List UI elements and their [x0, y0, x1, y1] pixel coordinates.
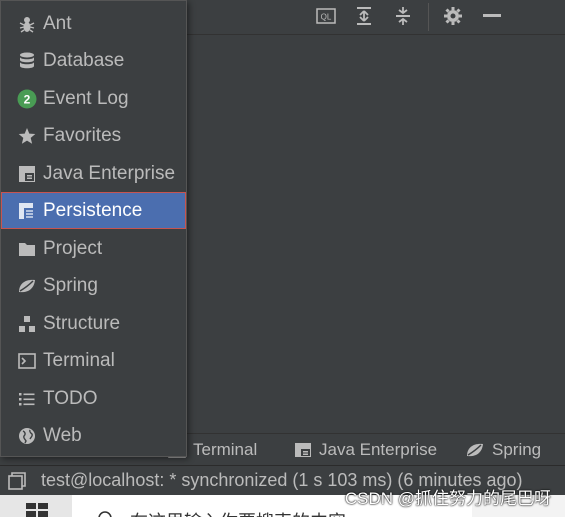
java-enterprise-tool-button[interactable]: Java Enterprise	[294, 438, 437, 462]
taskbar-search-placeholder: 在这里输入你要搜索的内容	[130, 508, 346, 517]
tool-window-item-structure[interactable]: Structure	[1, 305, 186, 342]
tool-window-item-project[interactable]: Project	[1, 230, 186, 267]
minimize-icon[interactable]	[480, 5, 504, 27]
tool-window-label-todo: TODO	[43, 387, 98, 409]
spring-leaf-icon	[467, 443, 483, 457]
ide-window: QL Terminal Java Enterprise Spring test@…	[0, 0, 565, 517]
tool-window-item-persistence[interactable]: Persistence	[1, 192, 186, 229]
tool-window-label-favorites: Favorites	[43, 124, 122, 146]
csdn-watermark: CSDN @抓住努力的尾巴呀	[344, 489, 551, 508]
globe-icon	[17, 426, 37, 446]
database-icon	[17, 51, 37, 71]
windows-logo-icon	[26, 503, 48, 517]
folder-icon	[17, 239, 37, 259]
tool-window-label-java-enterprise: Java Enterprise	[43, 162, 176, 184]
tool-window-item-web[interactable]: Web	[1, 417, 186, 454]
toolbar-divider	[428, 3, 429, 31]
tool-window-label-database: Database	[43, 49, 125, 71]
spring-tool-button[interactable]: Spring	[465, 438, 541, 462]
event-log-icon: 2	[17, 89, 37, 109]
tool-window-label-spring: Spring	[43, 274, 98, 296]
ql-label: QL	[321, 13, 332, 22]
tool-window-label-web: Web	[43, 424, 82, 446]
terminal-icon	[17, 351, 37, 371]
structure-icon	[17, 314, 37, 334]
gear-icon[interactable]	[441, 5, 465, 27]
tool-window-label-persistence: Persistence	[43, 199, 143, 221]
expand-all-icon[interactable]	[352, 5, 376, 27]
java-enterprise-label: Java Enterprise	[319, 440, 438, 459]
jpa-console-icon[interactable]: QL	[314, 5, 338, 27]
collapse-all-icon[interactable]	[391, 5, 415, 27]
terminal-label: Terminal	[193, 440, 258, 459]
event-log-badge-count: 2	[24, 92, 31, 106]
tool-window-item-terminal[interactable]: Terminal	[1, 342, 186, 379]
spring-leaf-icon	[17, 276, 37, 296]
ant-icon	[17, 14, 37, 34]
search-icon	[98, 511, 112, 517]
toggle-tool-windows-icon[interactable]	[8, 472, 26, 495]
tool-window-label-terminal: Terminal	[43, 349, 115, 371]
windows-start-button[interactable]	[0, 495, 72, 517]
java-enterprise-icon	[295, 443, 311, 457]
tool-window-item-favorites[interactable]: Favorites	[1, 117, 186, 154]
star-icon	[17, 126, 37, 146]
tool-window-item-ant[interactable]: Ant	[1, 5, 186, 42]
tool-window-item-todo[interactable]: TODO	[1, 380, 186, 417]
tool-window-item-event-log[interactable]: 2 Event Log	[1, 80, 186, 117]
tool-window-label-ant: Ant	[43, 12, 72, 34]
tool-window-label-event-log: Event Log	[43, 87, 129, 109]
tool-window-item-spring[interactable]: Spring	[1, 267, 186, 304]
tool-window-label-structure: Structure	[43, 312, 121, 334]
spring-label: Spring	[492, 440, 542, 459]
persistence-icon	[17, 201, 37, 221]
tool-windows-popup: Ant Database 2 Event Log Favorites Java …	[0, 0, 187, 457]
java-enterprise-icon	[17, 164, 37, 184]
tool-window-label-project: Project	[43, 237, 103, 259]
tool-window-item-database[interactable]: Database	[1, 42, 186, 79]
todo-list-icon	[17, 389, 37, 409]
tool-window-item-java-enterprise[interactable]: Java Enterprise	[1, 155, 186, 192]
